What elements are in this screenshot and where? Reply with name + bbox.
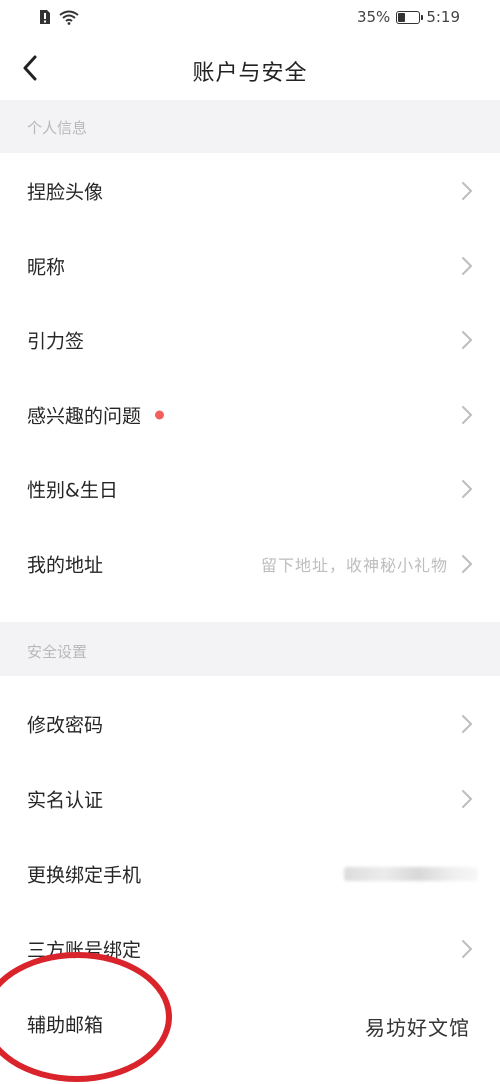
status-time: 5:19 <box>426 8 460 26</box>
section-header-personal-info: 个人信息 <box>0 100 500 153</box>
sim-alert-icon <box>38 9 51 29</box>
chevron-right-icon <box>462 181 473 200</box>
row-label-text: 捏脸头像 <box>27 181 104 203</box>
row-label-text: 昵称 <box>27 256 66 278</box>
row-label: 我的地址 <box>27 550 103 577</box>
nav-bar: 账户与安全 <box>0 38 500 100</box>
address-hint: 留下地址，收神秘小礼物 <box>260 555 448 575</box>
battery-icon <box>396 10 424 24</box>
battery-percent: 35% <box>356 8 391 26</box>
row-label: 修改密码 <box>27 710 103 737</box>
page-title: 账户与安全 <box>192 61 308 86</box>
row-label: 更换绑定手机 <box>27 860 141 887</box>
row-label: 引力签 <box>27 326 84 353</box>
row-real-name-auth[interactable]: 实名认证 <box>0 761 500 836</box>
chevron-right-icon <box>462 479 473 498</box>
chevron-right-icon <box>462 330 473 349</box>
section-header-security: 安全设置 <box>0 622 500 676</box>
row-label-text: 更换绑定手机 <box>27 864 142 886</box>
row-label-text: 性别&生日 <box>27 479 118 501</box>
row-label-text: 引力签 <box>27 330 85 352</box>
row-label-text: 感兴趣的问题 <box>27 405 142 427</box>
row-label-text: 修改密码 <box>27 714 104 736</box>
chevron-right-icon <box>462 789 473 808</box>
row-label: 捏脸头像 <box>27 177 103 204</box>
row-nickname[interactable]: 昵称 <box>0 228 500 303</box>
row-label: 昵称 <box>27 252 65 279</box>
row-signature[interactable]: 引力签 <box>0 302 500 377</box>
status-right: 35% 5:19 <box>357 8 460 26</box>
row-third-party-binding[interactable]: 三方账号绑定 <box>0 911 500 986</box>
row-label-text: 辅助邮箱 <box>27 1014 104 1036</box>
battery-fill <box>398 12 405 22</box>
row-label-text: 三方账号绑定 <box>27 939 142 961</box>
row-address[interactable]: 我的地址 留下地址，收神秘小礼物 <box>0 526 500 601</box>
watermark: 易坊好文馆 <box>361 1010 474 1043</box>
row-label: 辅助邮箱 <box>27 1010 103 1037</box>
chevron-right-icon <box>462 939 473 958</box>
row-gender-birthday[interactable]: 性别&生日 <box>0 451 500 526</box>
row-label: 三方账号绑定 <box>27 935 141 962</box>
chevron-right-icon <box>462 554 473 573</box>
status-left <box>38 9 79 29</box>
row-label: 感兴趣的问题 <box>27 401 165 428</box>
row-label-text: 我的地址 <box>27 554 104 576</box>
row-label-text: 实名认证 <box>27 789 104 811</box>
wifi-icon <box>59 10 79 29</box>
chevron-right-icon <box>462 256 473 275</box>
row-change-password[interactable]: 修改密码 <box>0 686 500 761</box>
row-label: 性别&生日 <box>27 475 118 502</box>
row-avatar[interactable]: 捏脸头像 <box>0 153 500 228</box>
row-change-phone[interactable]: 更换绑定手机 <box>0 836 500 911</box>
status-bar: 35% 5:19 <box>0 0 500 38</box>
phone-number-blurred <box>344 866 478 881</box>
chevron-right-icon <box>462 405 473 424</box>
row-label: 实名认证 <box>27 785 103 812</box>
new-badge-dot <box>155 410 165 419</box>
row-interests[interactable]: 感兴趣的问题 <box>0 377 500 452</box>
chevron-right-icon <box>462 714 473 733</box>
